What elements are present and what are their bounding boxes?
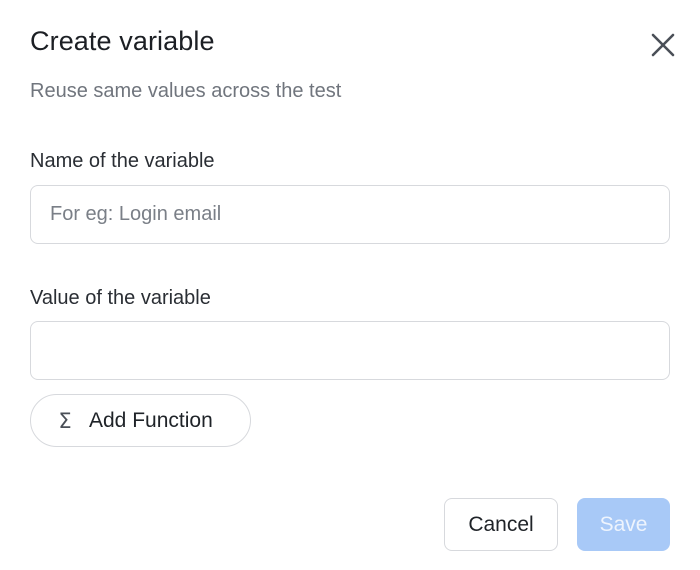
- sigma-icon: Σ: [58, 408, 72, 433]
- save-button[interactable]: Save: [577, 498, 670, 551]
- create-variable-dialog: Create variable Reuse same values across…: [0, 0, 700, 570]
- close-button[interactable]: [648, 30, 678, 60]
- variable-value-input[interactable]: [30, 321, 670, 380]
- variable-value-label: Value of the variable: [30, 287, 211, 309]
- add-function-button[interactable]: Σ Add Function: [30, 394, 251, 447]
- add-function-label: Add Function: [89, 408, 213, 432]
- cancel-button[interactable]: Cancel: [444, 498, 558, 551]
- close-icon: [651, 33, 675, 57]
- variable-name-label: Name of the variable: [30, 150, 215, 172]
- dialog-subtitle: Reuse same values across the test: [30, 80, 342, 102]
- dialog-title: Create variable: [30, 26, 215, 56]
- variable-name-input[interactable]: [30, 185, 670, 244]
